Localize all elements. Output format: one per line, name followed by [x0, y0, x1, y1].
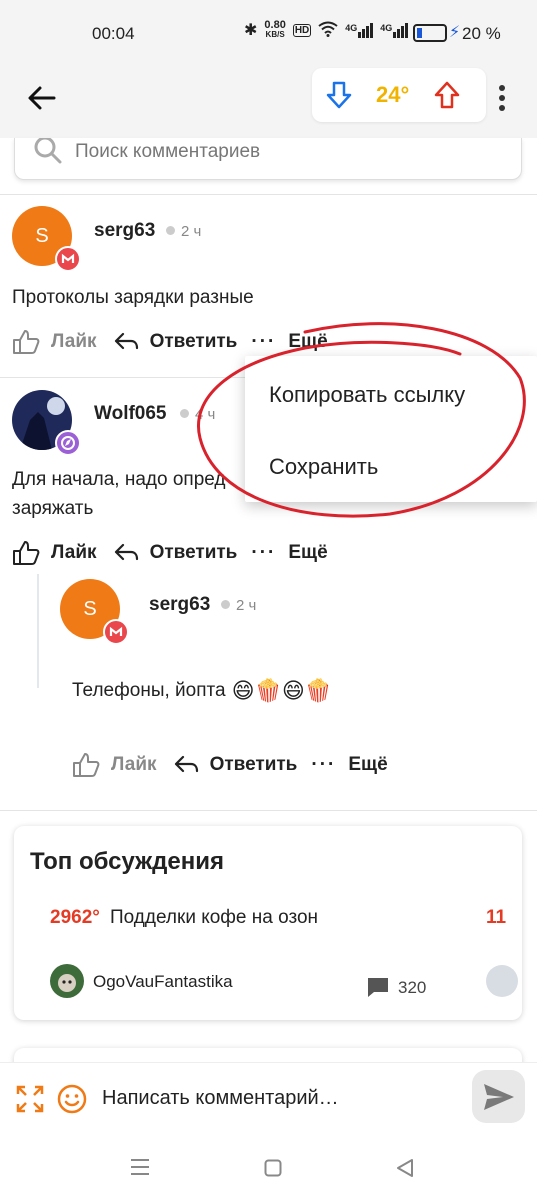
comment-text: Телефоны, йопта 😄🍿😄🍿: [72, 678, 333, 703]
vote-up-button[interactable]: [432, 80, 462, 110]
more-button[interactable]: Ещё: [288, 542, 327, 564]
divider: [0, 194, 537, 195]
emoji-icon[interactable]: [56, 1083, 88, 1115]
author-avatar: [50, 964, 84, 998]
signal-icon-2: 4G: [380, 22, 409, 38]
reply-icon[interactable]: [113, 542, 139, 564]
search-placeholder: Поиск комментариев: [75, 141, 261, 162]
divider: [0, 810, 537, 811]
like-button[interactable]: Лайк: [51, 331, 97, 353]
expand-icon[interactable]: [16, 1085, 44, 1113]
author-badge-icon: [103, 619, 129, 645]
vote-down-button[interactable]: [324, 80, 354, 110]
more-dots-icon[interactable]: ···: [311, 754, 336, 776]
annotation-circle: [197, 322, 526, 518]
reply-button[interactable]: Ответить: [210, 754, 298, 776]
vote-widget: 24°: [312, 68, 486, 122]
comments-icon: [368, 978, 388, 997]
menu-icon[interactable]: [130, 1158, 150, 1176]
send-icon: [484, 1084, 514, 1110]
username[interactable]: serg63: [94, 220, 155, 242]
author-name[interactable]: OgoVauFantastika: [93, 972, 233, 992]
battery-icon: [413, 24, 447, 42]
discussion-degrees: 2962°: [50, 907, 100, 928]
comment-search-input[interactable]: Поиск комментариев: [14, 138, 522, 180]
net-speed: 0.80 KB/S: [264, 19, 286, 40]
reply-icon[interactable]: [173, 754, 199, 776]
popcorn-emoji-icon: 😄🍿😄🍿: [231, 678, 333, 703]
author-badge-icon: [55, 430, 81, 456]
more-options-icon[interactable]: [494, 82, 510, 114]
arrow-left-icon: [28, 86, 56, 110]
comments-count: 320: [398, 978, 427, 997]
system-nav-bar: [0, 1136, 537, 1200]
comment-time: 2 ч: [166, 223, 201, 240]
back-button[interactable]: [24, 80, 60, 116]
battery-percent: 20 %: [462, 24, 501, 43]
comment-text: Протоколы зарядки разные: [12, 287, 254, 308]
section-title: Топ обсуждения: [30, 848, 224, 875]
vote-score: 24°: [376, 82, 410, 107]
signal-icon: 4G: [345, 22, 374, 38]
status-bar: 00:04 ✱ 0.80 KB/S HD 4G 4G ⚡ 20 %: [0, 0, 537, 62]
comment-actions: Лайк Ответить ··· Ещё: [12, 540, 328, 566]
comment-composer: Написать комментарий…: [0, 1062, 537, 1136]
clock: 00:04: [92, 24, 135, 43]
wifi-icon: [318, 21, 338, 40]
more-button[interactable]: Ещё: [348, 754, 387, 776]
discussion-title[interactable]: Подделки кофе на озон: [110, 907, 318, 929]
send-button[interactable]: [472, 1070, 525, 1123]
next-discussion-degrees: 11: [486, 907, 507, 928]
home-icon[interactable]: [264, 1159, 282, 1177]
reply-icon[interactable]: [113, 331, 139, 353]
username[interactable]: Wolf065: [94, 403, 167, 425]
search-icon: [34, 138, 62, 164]
reply-button[interactable]: Ответить: [150, 542, 238, 564]
comment-text-line2: заряжать: [12, 498, 94, 519]
like-button[interactable]: Лайк: [51, 542, 97, 564]
next-author-avatar: [486, 965, 518, 997]
back-nav-icon[interactable]: [396, 1158, 414, 1178]
hd-icon: HD: [292, 23, 312, 37]
more-dots-icon[interactable]: ···: [251, 542, 276, 564]
bluetooth-icon: ✱: [244, 22, 258, 39]
comment-actions: Лайк Ответить ··· Ещё: [72, 752, 388, 778]
username[interactable]: serg63: [149, 594, 210, 616]
charging-icon: ⚡: [449, 24, 461, 41]
like-button[interactable]: Лайк: [111, 754, 157, 776]
like-icon[interactable]: [12, 329, 42, 355]
like-icon[interactable]: [12, 540, 42, 566]
status-icons: ✱ 0.80 KB/S HD 4G 4G: [244, 19, 409, 40]
thread-line: [37, 574, 39, 688]
top-discussions-card: Топ обсуждения 2962° Подделки кофе на оз…: [14, 826, 522, 1020]
comment-input[interactable]: Написать комментарий…: [102, 1087, 339, 1110]
like-icon[interactable]: [72, 752, 102, 778]
comment-time: 2 ч: [221, 597, 256, 614]
author-badge-icon: [55, 246, 81, 272]
